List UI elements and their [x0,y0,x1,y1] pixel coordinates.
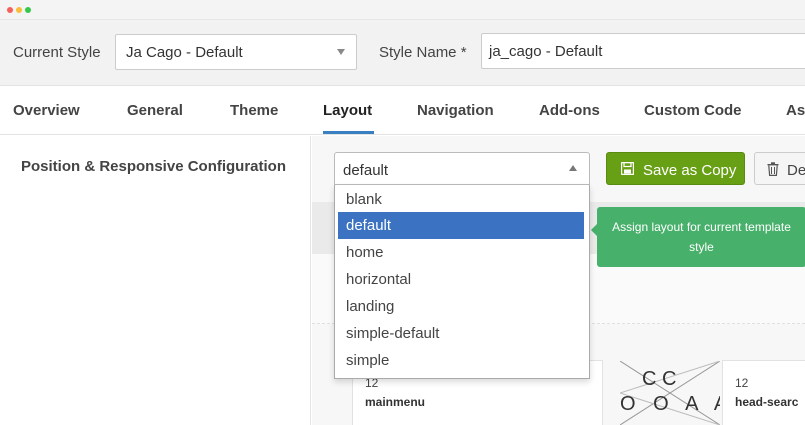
logo-placeholder-block: C C O O A A [620,361,720,425]
tab-bar: Overview General Theme Layout Navigation… [0,87,805,135]
layout-option-horizontal[interactable]: horizontal [338,266,584,293]
current-style-label: Current Style [13,44,101,61]
tab-overview[interactable]: Overview [13,102,80,119]
chevron-up-icon [569,165,577,171]
layout-select-value: default [343,162,389,179]
layout-select[interactable]: default [334,152,590,185]
style-name-input[interactable]: ja_cago - Default [481,33,805,69]
tab-general[interactable]: General [127,102,183,119]
layout-option-landing[interactable]: landing [338,293,584,320]
layout-option-blank[interactable]: blank [338,186,584,213]
style-name-value: ja_cago - Default [489,43,603,60]
chevron-down-icon [337,49,345,55]
tab-add-ons[interactable]: Add-ons [539,102,600,119]
logo-letters-row1: C C [642,368,676,390]
card-span-value-2: 12 [735,376,749,390]
minimize-window-dot[interactable] [16,7,22,13]
active-tab-indicator [323,131,374,134]
section-title: Position & Responsive Configuration [21,158,287,175]
delete-button[interactable]: De [754,152,805,185]
style-bar: Current Style Ja Cago - Default Style Na… [0,20,805,86]
save-as-copy-label: Save as Copy [643,162,737,179]
logo-placeholder-graphic: C C O O A A [620,361,720,425]
maximize-window-dot[interactable] [25,7,31,13]
layout-config-panel: default blank default home horizontal la… [312,136,805,425]
save-as-copy-button[interactable]: Save as Copy [606,152,745,185]
current-style-select[interactable]: Ja Cago - Default [115,34,357,70]
layout-option-simple-default[interactable]: simple-default [338,320,584,347]
layout-dropdown-list: blank default home horizontal landing si… [334,185,590,379]
config-label-column: Position & Responsive Configuration [0,136,311,425]
tab-navigation[interactable]: Navigation [417,102,494,119]
tab-layout[interactable]: Layout [323,102,372,119]
delete-label: De [787,162,805,179]
layout-option-default[interactable]: default [338,212,584,239]
card-position-name-2: head-searc [735,395,799,409]
tab-custom-code[interactable]: Custom Code [644,102,742,119]
layout-position-card-2[interactable]: 12 head-searc [722,360,805,425]
window-titlebar [0,0,805,20]
tab-assignment[interactable]: As [786,102,805,119]
layout-option-simple[interactable]: simple [338,347,584,374]
layout-tooltip: Assign layout for current template style [597,207,805,267]
tab-theme[interactable]: Theme [230,102,278,119]
current-style-value: Ja Cago - Default [126,44,243,61]
card-position-name: mainmenu [365,395,426,409]
close-window-dot[interactable] [7,7,13,13]
trash-icon [767,162,779,176]
logo-letters-row2: O O A A [620,393,720,415]
layout-option-home[interactable]: home [338,239,584,266]
style-name-label: Style Name * [379,44,467,61]
save-icon [621,162,634,175]
